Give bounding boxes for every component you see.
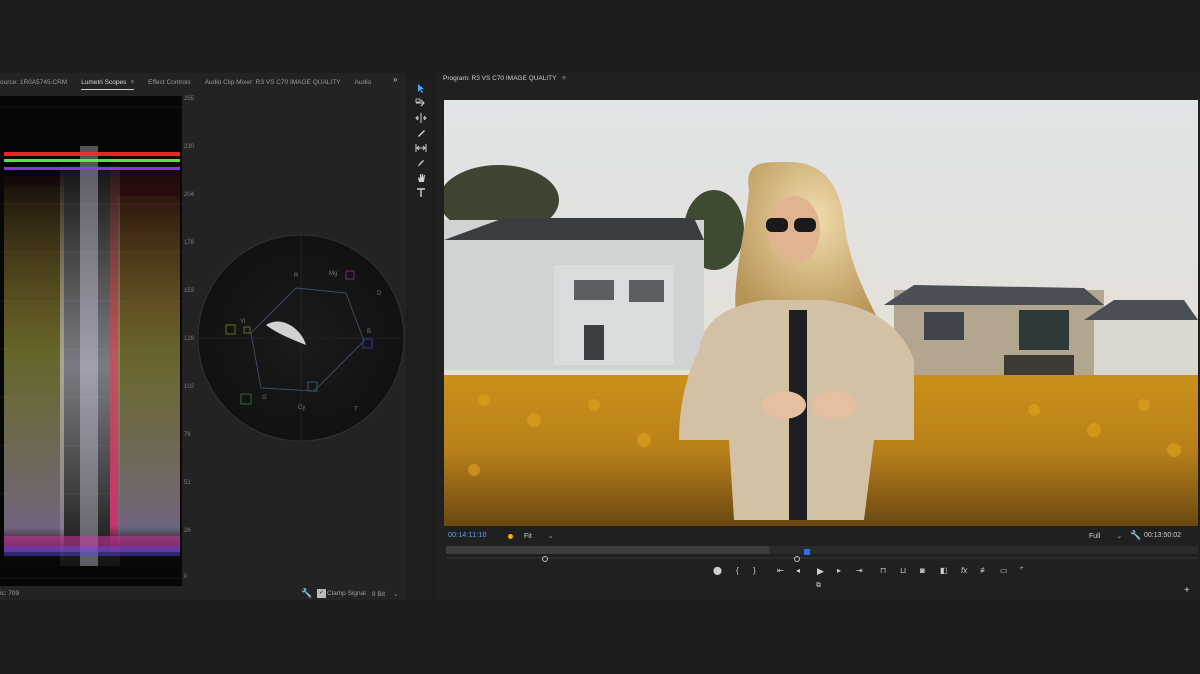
vs-target-g: G [262,395,267,401]
button-editor-add-icon[interactable]: + [1184,585,1190,596]
zoom-fit-select[interactable]: Fit ⌄ [524,532,554,540]
multi-camera-icon[interactable]: ⧉ [816,582,821,590]
add-marker-button[interactable]: ⬤ [713,566,722,575]
comparison-view-icon[interactable]: ◧ [940,566,948,575]
waveform-graphic [0,106,182,579]
step-back-button[interactable]: ◂ [796,566,800,575]
play-button[interactable]: ▶ [817,566,824,577]
add-marker-icon[interactable] [508,534,513,539]
panel-menu-icon[interactable]: ≡ [130,79,134,86]
go-to-in-button[interactable]: ⇤ [777,566,784,575]
program-monitor-title[interactable]: Program: R3 VS C70 IMAGE QUALITY [443,75,556,82]
razor-tool-icon[interactable] [410,125,432,140]
fx-icon[interactable]: fx [961,566,967,575]
scale-label: 76 [184,432,191,438]
program-timecode-row: 00:14:11:10 Fit ⌄ Full ⌄ 🔧 00:13:50:02 [444,530,1198,544]
step-forward-button[interactable]: ▸ [837,566,841,575]
export-frame-icon[interactable]: ◙ [920,566,925,575]
scale-label: 102 [184,384,195,390]
zoom-handle-right [794,556,800,562]
vectorscope: R Mg B Cy G Yl D T [196,233,406,443]
program-monitor-header: Program: R3 VS C70 IMAGE QUALITY ≡ [443,75,566,82]
hand-tool-icon[interactable] [410,170,432,185]
chevron-down-icon: ⌄ [1116,533,1123,540]
playback-resolution-value: Full [1089,533,1101,540]
bottom-band [0,600,1200,674]
mark-out-button[interactable]: } [753,566,756,575]
settings-wrench-icon[interactable]: 🔧 [1130,530,1141,541]
tab-lumetri-scopes-label: Lumetri Scopes [81,79,127,86]
panel-menu-icon[interactable]: ≡ [562,75,566,82]
scale-label: 178 [184,240,195,246]
pen-tool-icon[interactable] [410,155,432,170]
scopes-footer: ic: 709 🔧 ✓ Clamp Signal 8 Bit ⌄ [0,588,406,600]
transport-controls: ⬤ { } ⇤ ◂ ▶ ▸ ⇥ ⊓ ⊔ ◙ ◧ fx ≢ ▭ ⌜ ⧉ [700,566,1040,589]
chevron-down-icon: ⌄ [547,533,554,540]
vs-target-d: D [377,291,382,297]
go-to-out-button[interactable]: ⇥ [856,566,863,575]
tools-panel [410,80,432,600]
scale-label: 128 [184,336,195,342]
track-select-tool-icon[interactable] [410,95,432,110]
duration-display: 00:13:50:02 [1144,532,1181,539]
scale-label: 153 [184,288,195,294]
tab-audio[interactable]: Audio [355,79,372,87]
tab-source[interactable]: ource: 1R0A5745.CRM [0,79,67,87]
bit-depth-select[interactable]: 8 Bit ⌄ [372,590,398,598]
scale-label: 230 [184,144,195,150]
scale-label: 0 [184,574,188,580]
tab-lumetri-scopes[interactable]: Lumetri Scopes ≡ [81,79,134,90]
lift-button[interactable]: ⊓ [880,566,886,575]
chevron-down-icon: ⌄ [393,591,399,598]
vs-target-mg: Mg [329,271,337,277]
scale-label: 26 [184,528,191,534]
scale-label: 204 [184,192,195,198]
zoom-fit-value: Fit [524,533,532,540]
vr-video-icon[interactable]: ▭ [1000,566,1008,575]
tab-effect-controls[interactable]: Effect Controls [148,79,191,87]
bit-depth-value: 8 Bit [372,591,386,598]
clamp-signal-label: Clamp Signal [327,590,366,597]
scale-label: 255 [184,96,195,102]
vs-target-r: R [294,273,299,279]
selection-tool-icon[interactable] [410,80,432,95]
current-time-display[interactable]: 00:14:11:10 [448,532,487,539]
in-out-range [446,546,770,554]
toggle-proxies-icon[interactable]: ≢ [980,566,988,575]
tab-audio-clip-mixer[interactable]: Audio Clip Mixer: R3 VS C70 IMAGE QUALIT… [205,79,341,87]
vs-target-t: T [354,407,358,413]
slip-tool-icon[interactable] [410,140,432,155]
mark-in-button[interactable]: { [736,566,739,575]
playhead [803,549,810,555]
ripple-edit-tool-icon[interactable] [410,110,432,125]
scopes-tab-bar: ource: 1R0A5745.CRM Lumetri Scopes ≡ Effe… [0,75,406,91]
timeline-scrubber[interactable] [446,546,1198,564]
type-tool-icon[interactable] [410,185,432,200]
clamp-signal-checkbox[interactable]: ✓ [317,589,326,598]
vs-target-cy: Cy [298,405,305,411]
top-band [0,0,1200,72]
wrench-icon[interactable]: 🔧 [301,588,312,599]
panel-overflow-button[interactable]: » [393,75,397,84]
safe-margins-icon[interactable]: ⌜ [1020,566,1024,575]
extract-button[interactable]: ⊔ [900,566,906,575]
vs-target-b: B [367,329,371,335]
playback-resolution-select[interactable]: Full ⌄ [1089,532,1122,540]
scale-label: 51 [184,480,191,486]
colorspace-readout: ic: 709 [0,590,20,597]
program-video-frame[interactable] [444,100,1198,526]
zoom-handle-left [542,556,548,562]
rgb-waveform-scope [0,96,182,586]
vs-target-yl: Yl [240,319,245,325]
